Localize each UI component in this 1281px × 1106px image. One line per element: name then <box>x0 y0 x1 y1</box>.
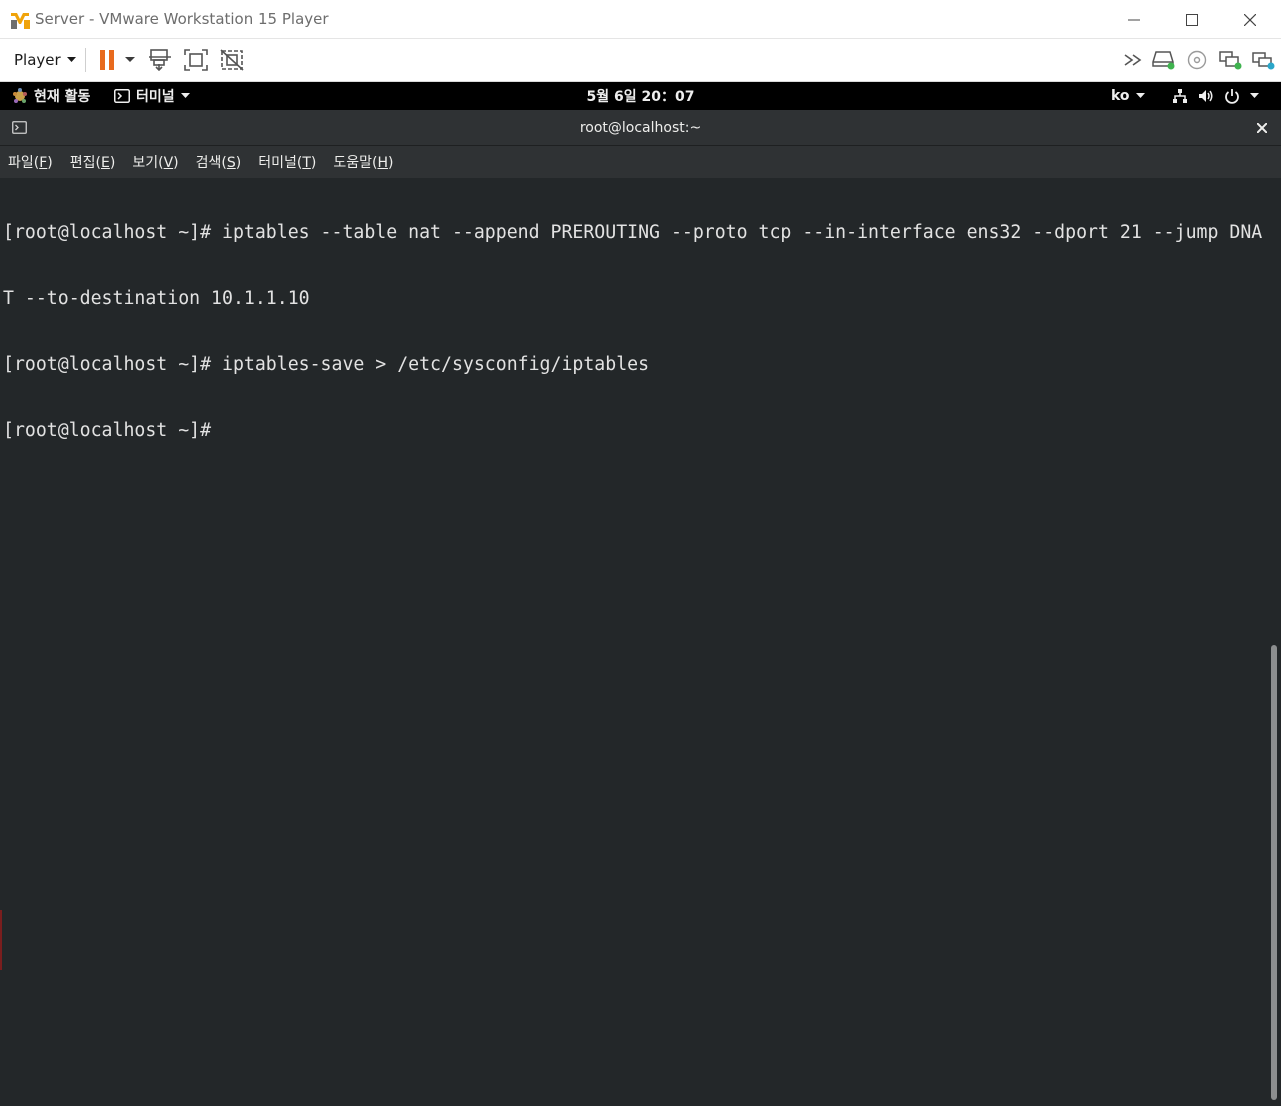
window-titlebar[interactable]: Server - VMware Workstation 15 Player <box>0 0 1281 39</box>
menu-search[interactable]: 검색(S) <box>196 152 242 172</box>
system-status-menu[interactable] <box>1172 82 1259 110</box>
close-icon <box>1257 123 1267 133</box>
terminal-line: [root@localhost ~]# iptables --table nat… <box>3 222 1263 243</box>
gnome-top-bar: 현재 활동 터미널 5월 6일 20：07 ko <box>0 82 1281 110</box>
chevron-down-icon <box>66 57 76 62</box>
terminal-menubar: 파일(F) 편집(E) 보기(V) 검색(S) 터미널(T) 도움말(H) <box>0 146 1281 178</box>
input-method-button[interactable]: ko <box>1111 82 1145 110</box>
fullscreen-button[interactable] <box>181 46 211 74</box>
input-method-label: ko <box>1111 88 1130 104</box>
app-menu-button[interactable]: 터미널 <box>114 82 190 110</box>
window-title: Server - VMware Workstation 15 Player <box>35 10 329 28</box>
clock[interactable]: 5월 6일 20：07 <box>587 86 695 106</box>
menu-edit[interactable]: 편집(E) <box>70 152 116 172</box>
cd-dvd-device[interactable] <box>1182 46 1212 74</box>
collapse-icon <box>1124 54 1142 66</box>
menu-terminal[interactable]: 터미널(T) <box>258 152 316 172</box>
maximize-icon <box>1186 13 1198 26</box>
terminal-headerbar[interactable]: root@localhost:~ <box>0 110 1281 146</box>
menu-view[interactable]: 보기(V) <box>132 152 178 172</box>
minimize-button[interactable] <box>1105 0 1163 39</box>
terminal-line: T --to-destination 10.1.1.10 <box>3 288 310 309</box>
chevron-down-icon <box>125 57 135 62</box>
terminal-prompt-line: [root@localhost ~]# <box>3 420 212 441</box>
terminal-close-button[interactable] <box>1250 118 1274 138</box>
hard-disk-icon <box>1152 51 1175 70</box>
player-menu-button[interactable]: Player <box>6 47 84 73</box>
cd-dvd-icon <box>1187 50 1207 70</box>
toolbar-divider <box>85 48 86 72</box>
vmware-icon <box>10 9 31 30</box>
chevron-down-icon <box>180 93 190 98</box>
left-edge-marker <box>0 910 2 970</box>
terminal-icon <box>12 121 27 134</box>
chevron-down-icon <box>1135 93 1145 98</box>
close-icon <box>1244 13 1256 26</box>
chevron-down-icon <box>1250 93 1259 98</box>
maximize-button[interactable] <box>1163 0 1221 39</box>
usb-device-icon <box>1252 52 1275 70</box>
terminal-title: root@localhost:~ <box>579 120 702 136</box>
unity-icon <box>220 49 244 71</box>
pause-dropdown-button[interactable] <box>118 46 142 74</box>
menu-file[interactable]: 파일(F) <box>8 152 53 172</box>
terminal-output[interactable]: [root@localhost ~]# iptables --table nat… <box>0 178 1281 1106</box>
volume-icon <box>1199 90 1213 102</box>
menu-help[interactable]: 도움말(H) <box>333 152 393 172</box>
network-wired-icon <box>1173 89 1187 103</box>
unity-button[interactable] <box>217 46 247 74</box>
hard-disk-device[interactable] <box>1149 46 1179 74</box>
network-adapter-device[interactable] <box>1215 46 1245 74</box>
collapse-toolbar-button[interactable] <box>1119 46 1149 74</box>
send-ctrl-alt-del-button[interactable] <box>145 46 175 74</box>
player-menu-label: Player <box>14 51 61 69</box>
close-button[interactable] <box>1221 0 1279 39</box>
terminal-icon <box>114 89 130 103</box>
pause-icon <box>100 50 114 70</box>
power-icon <box>1225 89 1239 104</box>
fullscreen-icon <box>184 49 208 71</box>
terminal-scrollbar-thumb[interactable] <box>1271 645 1277 1100</box>
app-menu-label: 터미널 <box>136 89 175 105</box>
send-ctrl-alt-del-icon <box>149 49 171 71</box>
activities-icon <box>13 88 27 103</box>
terminal-line: [root@localhost ~]# iptables-save > /etc… <box>3 354 650 375</box>
network-adapter-icon <box>1219 51 1242 70</box>
activities-button[interactable]: 현재 활동 <box>12 82 90 110</box>
vm-toolbar: Player <box>0 39 1281 82</box>
usb-device[interactable] <box>1248 46 1278 74</box>
clock-area: 5월 6일 20：07 <box>0 82 1281 110</box>
terminal-text: [root@localhost ~]# iptables --table nat… <box>3 178 1269 486</box>
minimize-icon <box>1128 19 1140 20</box>
activities-label: 현재 활동 <box>34 89 91 105</box>
